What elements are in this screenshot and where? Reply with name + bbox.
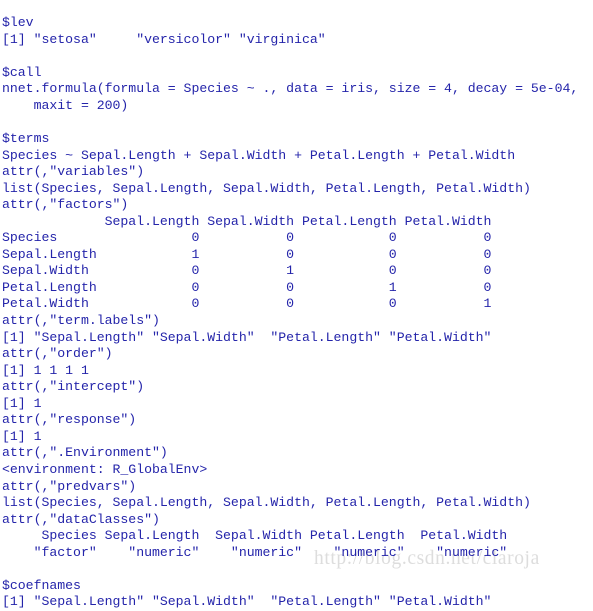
console-line: nnet.formula(formula = Species ~ ., data… xyxy=(2,81,587,97)
console-line: "factor" "numeric" "numeric" "numeric" "… xyxy=(2,544,516,560)
console-line: attr(,"factors") xyxy=(2,197,129,213)
console-line: Species Sepal.Length Sepal.Width Petal.L… xyxy=(2,528,516,544)
console-line: Species 0 0 0 0 xyxy=(2,230,492,246)
r-console-output[interactable]: $lev [1] "setosa" "versicolor" "virginica… xyxy=(0,13,593,611)
console-line: list(Species, Sepal.Length, Sepal.Width,… xyxy=(2,180,531,196)
console-line: Petal.Width 0 0 0 1 xyxy=(2,296,492,312)
console-line: $terms xyxy=(2,131,50,147)
console-line: Sepal.Length Sepal.Width Petal.Length Pe… xyxy=(2,213,492,229)
console-line: Sepal.Width 0 1 0 0 xyxy=(2,263,492,279)
console-line: $call xyxy=(2,64,42,80)
console-line: attr(,"variables") xyxy=(2,164,145,180)
console-line: attr(,"order") xyxy=(2,346,113,362)
console-line: attr(,"dataClasses") xyxy=(2,511,160,527)
console-line: maxit = 200) xyxy=(2,97,129,113)
console-line: attr(,"intercept") xyxy=(2,379,145,395)
console-line: [1] 1 1 1 1 xyxy=(2,362,89,378)
console-line: Species ~ Sepal.Length + Sepal.Width + P… xyxy=(2,147,516,163)
console-line: [1] "Sepal.Length" "Sepal.Width" "Petal.… xyxy=(2,594,500,610)
console-line: <environment: R_GlobalEnv> xyxy=(2,461,208,477)
console-line: Petal.Length 0 0 1 0 xyxy=(2,279,492,295)
console-line: Sepal.Length 1 0 0 0 xyxy=(2,246,492,262)
console-line: attr(,"term.labels") xyxy=(2,313,160,329)
console-line: $coefnames xyxy=(2,577,81,593)
console-line: attr(,".Environment") xyxy=(2,445,168,461)
console-line: list(Species, Sepal.Length, Sepal.Width,… xyxy=(2,495,531,511)
console-line: [1] "setosa" "versicolor" "virginica" xyxy=(2,31,334,47)
console-line: attr(,"predvars") xyxy=(2,478,137,494)
console-line: [1] 1 xyxy=(2,428,42,444)
console-line: [1] "Sepal.Length" "Sepal.Width" "Petal.… xyxy=(2,329,500,345)
console-line: attr(,"response") xyxy=(2,412,137,428)
console-line: $lev xyxy=(2,15,34,31)
console-line: [1] 1 xyxy=(2,395,42,411)
